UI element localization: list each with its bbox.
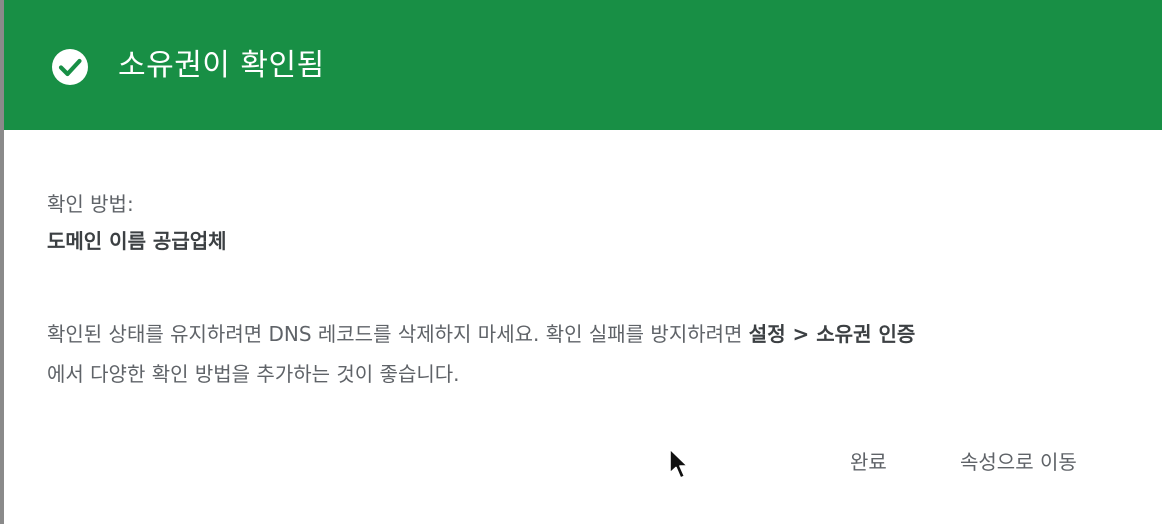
description-line-1: 확인된 상태를 유지하려면 DNS 레코드를 삭제하지 마세요. 확인 실패를 … [47, 314, 1127, 354]
verification-description: 확인된 상태를 유지하려면 DNS 레코드를 삭제하지 마세요. 확인 실패를 … [47, 314, 1127, 394]
mouse-pointer-icon [669, 448, 688, 479]
dialog-header: 소유권이 확인됨 [4, 0, 1162, 130]
check-circle-icon [52, 49, 88, 85]
go-to-property-button[interactable]: 속성으로 이동 [952, 440, 1085, 484]
settings-path-text: 설정 > 소유권 인증 [748, 322, 916, 346]
verification-dialog: 소유권이 확인됨 확인 방법: 도메인 이름 공급업체 확인된 상태를 유지하려… [0, 0, 1162, 524]
done-button[interactable]: 완료 [842, 440, 895, 484]
verification-method-value: 도메인 이름 공급업체 [47, 229, 227, 253]
verification-method-label: 확인 방법: [47, 192, 134, 216]
description-line-2: 에서 다양한 확인 방법을 추가하는 것이 좋습니다. [47, 362, 460, 386]
description-text: 확인된 상태를 유지하려면 DNS 레코드를 삭제하지 마세요. 확인 실패를 … [47, 322, 749, 346]
dialog-title: 소유권이 확인됨 [118, 48, 325, 83]
